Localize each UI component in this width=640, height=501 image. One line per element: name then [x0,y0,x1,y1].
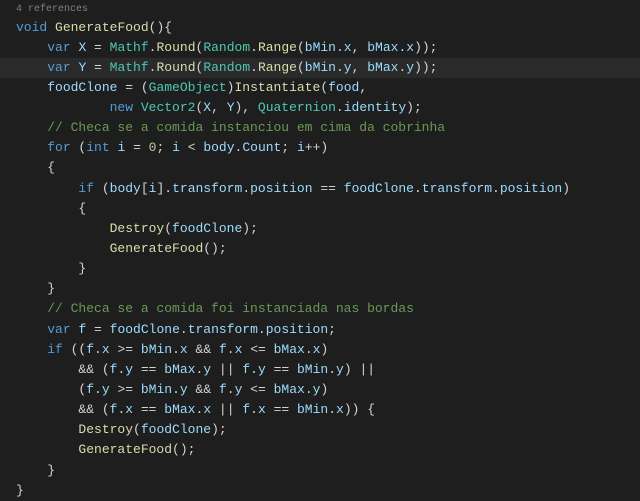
code-line[interactable]: } [0,481,640,501]
code-line[interactable]: } [0,279,640,299]
code-line[interactable]: if ((f.x >= bMin.x && f.x <= bMax.x) [0,340,640,360]
code-line[interactable]: (f.y >= bMin.y && f.y <= bMax.y) [0,380,640,400]
code-line[interactable]: var f = foodClone.transform.position; [0,320,640,340]
code-line[interactable]: && (f.x == bMax.x || f.x == bMin.x)) { [0,400,640,420]
code-line[interactable]: GenerateFood(); [0,440,640,460]
code-line[interactable]: Destroy(foodClone); [0,219,640,239]
code-line[interactable]: && (f.y == bMax.y || f.y == bMin.y) || [0,360,640,380]
code-line[interactable]: var X = Mathf.Round(Random.Range(bMin.x,… [0,38,640,58]
code-line-active[interactable]: var Y = Mathf.Round(Random.Range(bMin.y,… [0,58,640,78]
code-editor[interactable]: 4 references void GenerateFood(){ var X … [0,0,640,501]
code-line[interactable]: GenerateFood(); [0,239,640,259]
code-line[interactable]: // Checa se a comida instanciou em cima … [0,118,640,138]
code-line[interactable]: if (body[i].transform.position == foodCl… [0,179,640,199]
code-line[interactable]: for (int i = 0; i < body.Count; i++) [0,138,640,158]
code-line[interactable]: } [0,461,640,481]
codelens-references[interactable]: 4 references [0,0,640,18]
code-line[interactable]: // Checa se a comida foi instanciada nas… [0,299,640,319]
code-line[interactable]: } [0,259,640,279]
code-line[interactable]: { [0,199,640,219]
code-line[interactable]: { [0,158,640,178]
code-line[interactable]: void GenerateFood(){ [0,18,640,38]
code-line[interactable]: new Vector2(X, Y), Quaternion.identity); [0,98,640,118]
code-line[interactable]: Destroy(foodClone); [0,420,640,440]
code-line[interactable]: foodClone = (GameObject)Instantiate(food… [0,78,640,98]
